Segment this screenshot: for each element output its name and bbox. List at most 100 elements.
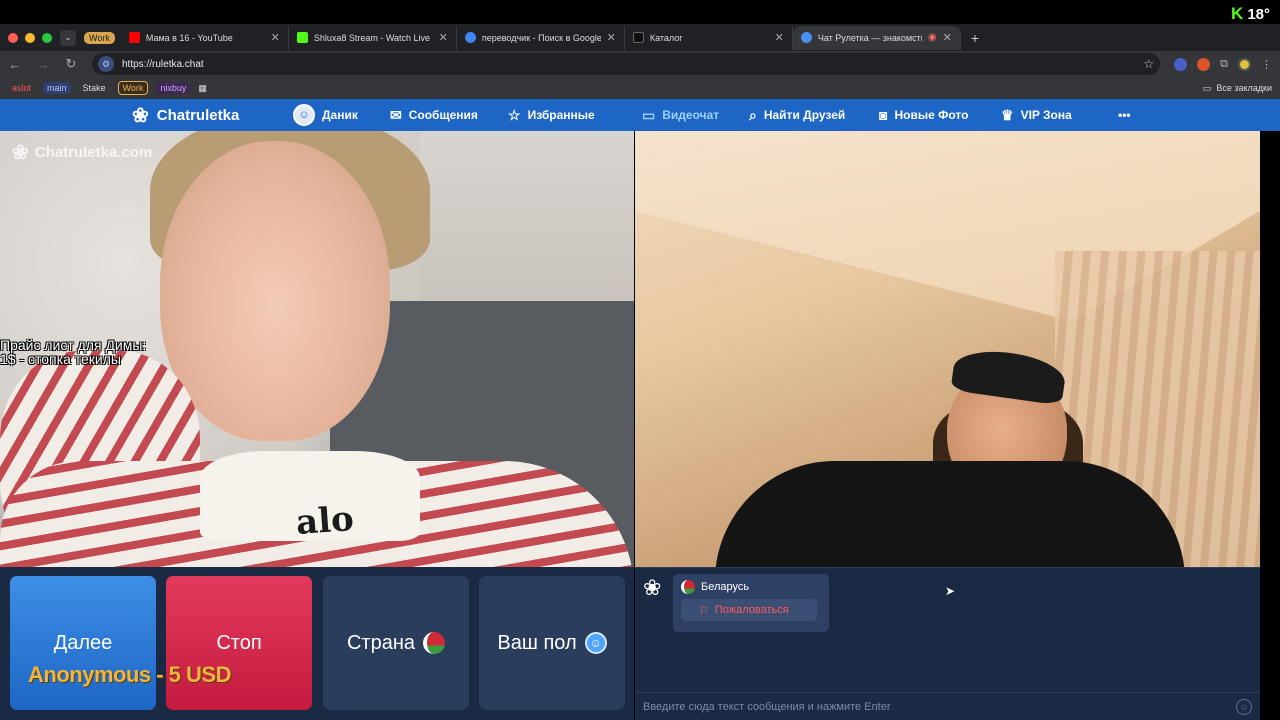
overlay-line-2: 1$ - стопка текилы — [0, 351, 121, 367]
brand-logo[interactable]: ❀ Chatruletka — [132, 103, 239, 128]
apps-grid-icon[interactable]: ▦ — [198, 83, 207, 94]
tab-google-translate[interactable]: переводчик - Поиск в Google ✕ — [457, 25, 625, 50]
country-button[interactable]: Страна — [323, 576, 469, 710]
close-window-button[interactable] — [8, 32, 18, 43]
nav-find-friends-label: Найти Друзей — [763, 108, 846, 122]
tab-catalog[interactable]: Каталог ✕ — [625, 25, 793, 50]
right-edge — [1260, 131, 1280, 720]
report-button-label: Пожаловаться — [714, 604, 789, 616]
puzzle-icon[interactable]: ⧉ — [1220, 58, 1228, 71]
catalog-icon — [632, 32, 644, 43]
browser-chrome: ⌄ Work Мама в 16 - YouTube ✕ Shluxa8 Str… — [0, 24, 1280, 99]
nav-videochat-label: Видеочат — [662, 108, 720, 122]
partner-info-card: Беларусь ⚐ Пожаловаться — [673, 574, 829, 632]
nav-vip-label: VIP Зона — [1020, 108, 1072, 122]
extension-icon[interactable] — [1174, 57, 1188, 71]
profile-avatar[interactable] — [1238, 57, 1251, 71]
message-input-placeholder: Введите сюда текст сообщения и нажмите E… — [643, 700, 891, 713]
tab-group-label[interactable]: Work — [84, 31, 115, 44]
folder-icon: ▭ — [1202, 82, 1212, 93]
gender-button[interactable]: Ваш пол ☺ — [479, 576, 625, 710]
mouse-cursor-icon: ➤ — [945, 584, 956, 598]
message-input[interactable]: Введите сюда текст сообщения и нажмите E… — [635, 692, 1260, 720]
gender-avatar-icon: ☺ — [584, 632, 607, 654]
chatruletka-logo-icon: ❀ — [132, 104, 149, 127]
close-tab-icon[interactable]: ✕ — [775, 31, 784, 44]
nav-new-photos[interactable]: ◙ Новые Фото — [879, 107, 968, 123]
next-button[interactable]: Далее — [10, 576, 156, 710]
more-dots-icon: ••• — [1118, 108, 1131, 122]
kick-icon — [296, 32, 308, 43]
country-button-label: Страна — [346, 631, 416, 654]
back-icon[interactable]: ← — [8, 57, 22, 72]
close-tab-icon[interactable]: ✕ — [607, 31, 616, 44]
bookmark-work[interactable]: Work — [117, 81, 149, 95]
bookmark-aslot[interactable]: aslot — [8, 82, 35, 94]
video-person-shirt — [715, 461, 1185, 567]
user-avatar-icon: ☺ — [293, 104, 315, 126]
tab-title: Каталог — [649, 32, 683, 43]
shirt-logo: alo — [294, 499, 355, 543]
site-info-icon[interactable]: ⚙ — [98, 56, 114, 72]
tab-bar: ⌄ Work Мама в 16 - YouTube ✕ Shluxa8 Str… — [0, 24, 1280, 51]
next-button-label: Далее — [53, 631, 113, 654]
address-bar-row: ← → ↻ ⚙ https://ruletka.chat ☆ ⧉ ⋮ — [0, 51, 1280, 77]
url-text[interactable]: https://ruletka.chat — [122, 59, 204, 70]
new-tab-button[interactable]: + — [971, 30, 979, 46]
bookmark-main[interactable]: main — [43, 82, 71, 94]
extension-icon[interactable] — [1197, 57, 1211, 71]
chatruletka-logo-icon: ❀ — [12, 142, 29, 164]
tab-title: переводчик - Поиск в Google — [481, 32, 601, 43]
tab-youtube[interactable]: Мама в 16 - YouTube ✕ — [121, 25, 289, 50]
stream-overlay-text: Прайс лист для Димы: 1$ - стопка текилы — [0, 338, 146, 366]
self-video — [635, 131, 1260, 567]
tab-title: Мама в 16 - YouTube — [145, 32, 233, 43]
partner-video: alo ❀ Chatruletka.com Прайс лист для Дим… — [0, 131, 634, 567]
maximize-window-button[interactable] — [42, 32, 52, 43]
google-icon — [464, 32, 476, 43]
flag-icon: ⚐ — [699, 604, 709, 617]
envelope-icon: ✉ — [390, 106, 402, 123]
close-tab-icon[interactable]: ✕ — [271, 31, 280, 44]
camera-icon: ◙ — [879, 107, 888, 123]
nav-favorites[interactable]: ☆ Избранные — [508, 107, 595, 124]
overlay-line-1: Прайс лист для Димы: — [0, 337, 147, 353]
emoji-icon[interactable]: ☺ — [1236, 698, 1252, 715]
nav-profile[interactable]: ☺ Даник — [293, 104, 358, 126]
nav-favorites-label: Избранные — [527, 108, 595, 122]
stream-logo: K 18° — [1231, 4, 1270, 24]
reload-icon[interactable]: ↻ — [64, 56, 78, 72]
minimize-window-button[interactable] — [25, 32, 35, 43]
tab-title: Чат Рулетка — знакомства — [817, 32, 922, 43]
all-bookmarks[interactable]: ▭ Все закладки — [1203, 83, 1272, 94]
video-camera-icon: ▭ — [642, 106, 656, 123]
report-button[interactable]: ⚐ Пожаловаться — [681, 599, 817, 621]
url-bar[interactable]: ⚙ https://ruletka.chat ☆ — [92, 53, 1161, 75]
nav-find-friends[interactable]: ⌕ Найти Друзей — [749, 107, 845, 124]
belarus-flag-icon — [423, 632, 446, 654]
bookmark-stake[interactable]: Stake — [79, 82, 110, 94]
forward-icon[interactable]: → — [36, 57, 50, 72]
close-tab-icon[interactable]: ✕ — [943, 31, 952, 44]
partner-country: Беларусь — [681, 580, 821, 594]
nav-videochat[interactable]: ▭ Видеочат — [642, 107, 719, 124]
chatruletka-logo-icon: ❀ — [643, 575, 662, 600]
bookmark-star-icon[interactable]: ☆ — [1143, 57, 1154, 71]
window-controls — [8, 32, 52, 43]
tab-kick-stream[interactable]: Shluxa8 Stream - Watch Live ✕ — [289, 25, 457, 50]
nav-messages[interactable]: ✉ Сообщения — [390, 107, 478, 124]
watermark-text: Chatruletka.com — [34, 144, 153, 161]
belarus-flag-icon — [681, 580, 695, 594]
tab-chatruletka[interactable]: Чат Рулетка — знакомства ◉ ✕ — [792, 25, 961, 50]
bookmark-nixbuy[interactable]: nixbuy — [156, 82, 191, 94]
stop-button[interactable]: Стоп — [166, 576, 312, 710]
more-menu-button[interactable]: ••• — [1118, 108, 1131, 122]
nav-vip[interactable]: ♛ VIP Зона — [1001, 107, 1072, 124]
site-navbar: ❀ Chatruletka ☺ Даник ✉ Сообщения ☆ Избр… — [0, 99, 1280, 131]
bookmarks-bar: aslot main Stake Work nixbuy ▦ ▭ Все зак… — [0, 77, 1280, 99]
temperature: 18° — [1247, 5, 1270, 23]
menu-dots-icon[interactable]: ⋮ — [1261, 58, 1272, 71]
close-tab-icon[interactable]: ✕ — [439, 31, 448, 44]
tab-search-dropdown[interactable]: ⌄ — [60, 29, 76, 46]
nav-messages-label: Сообщения — [408, 108, 478, 122]
